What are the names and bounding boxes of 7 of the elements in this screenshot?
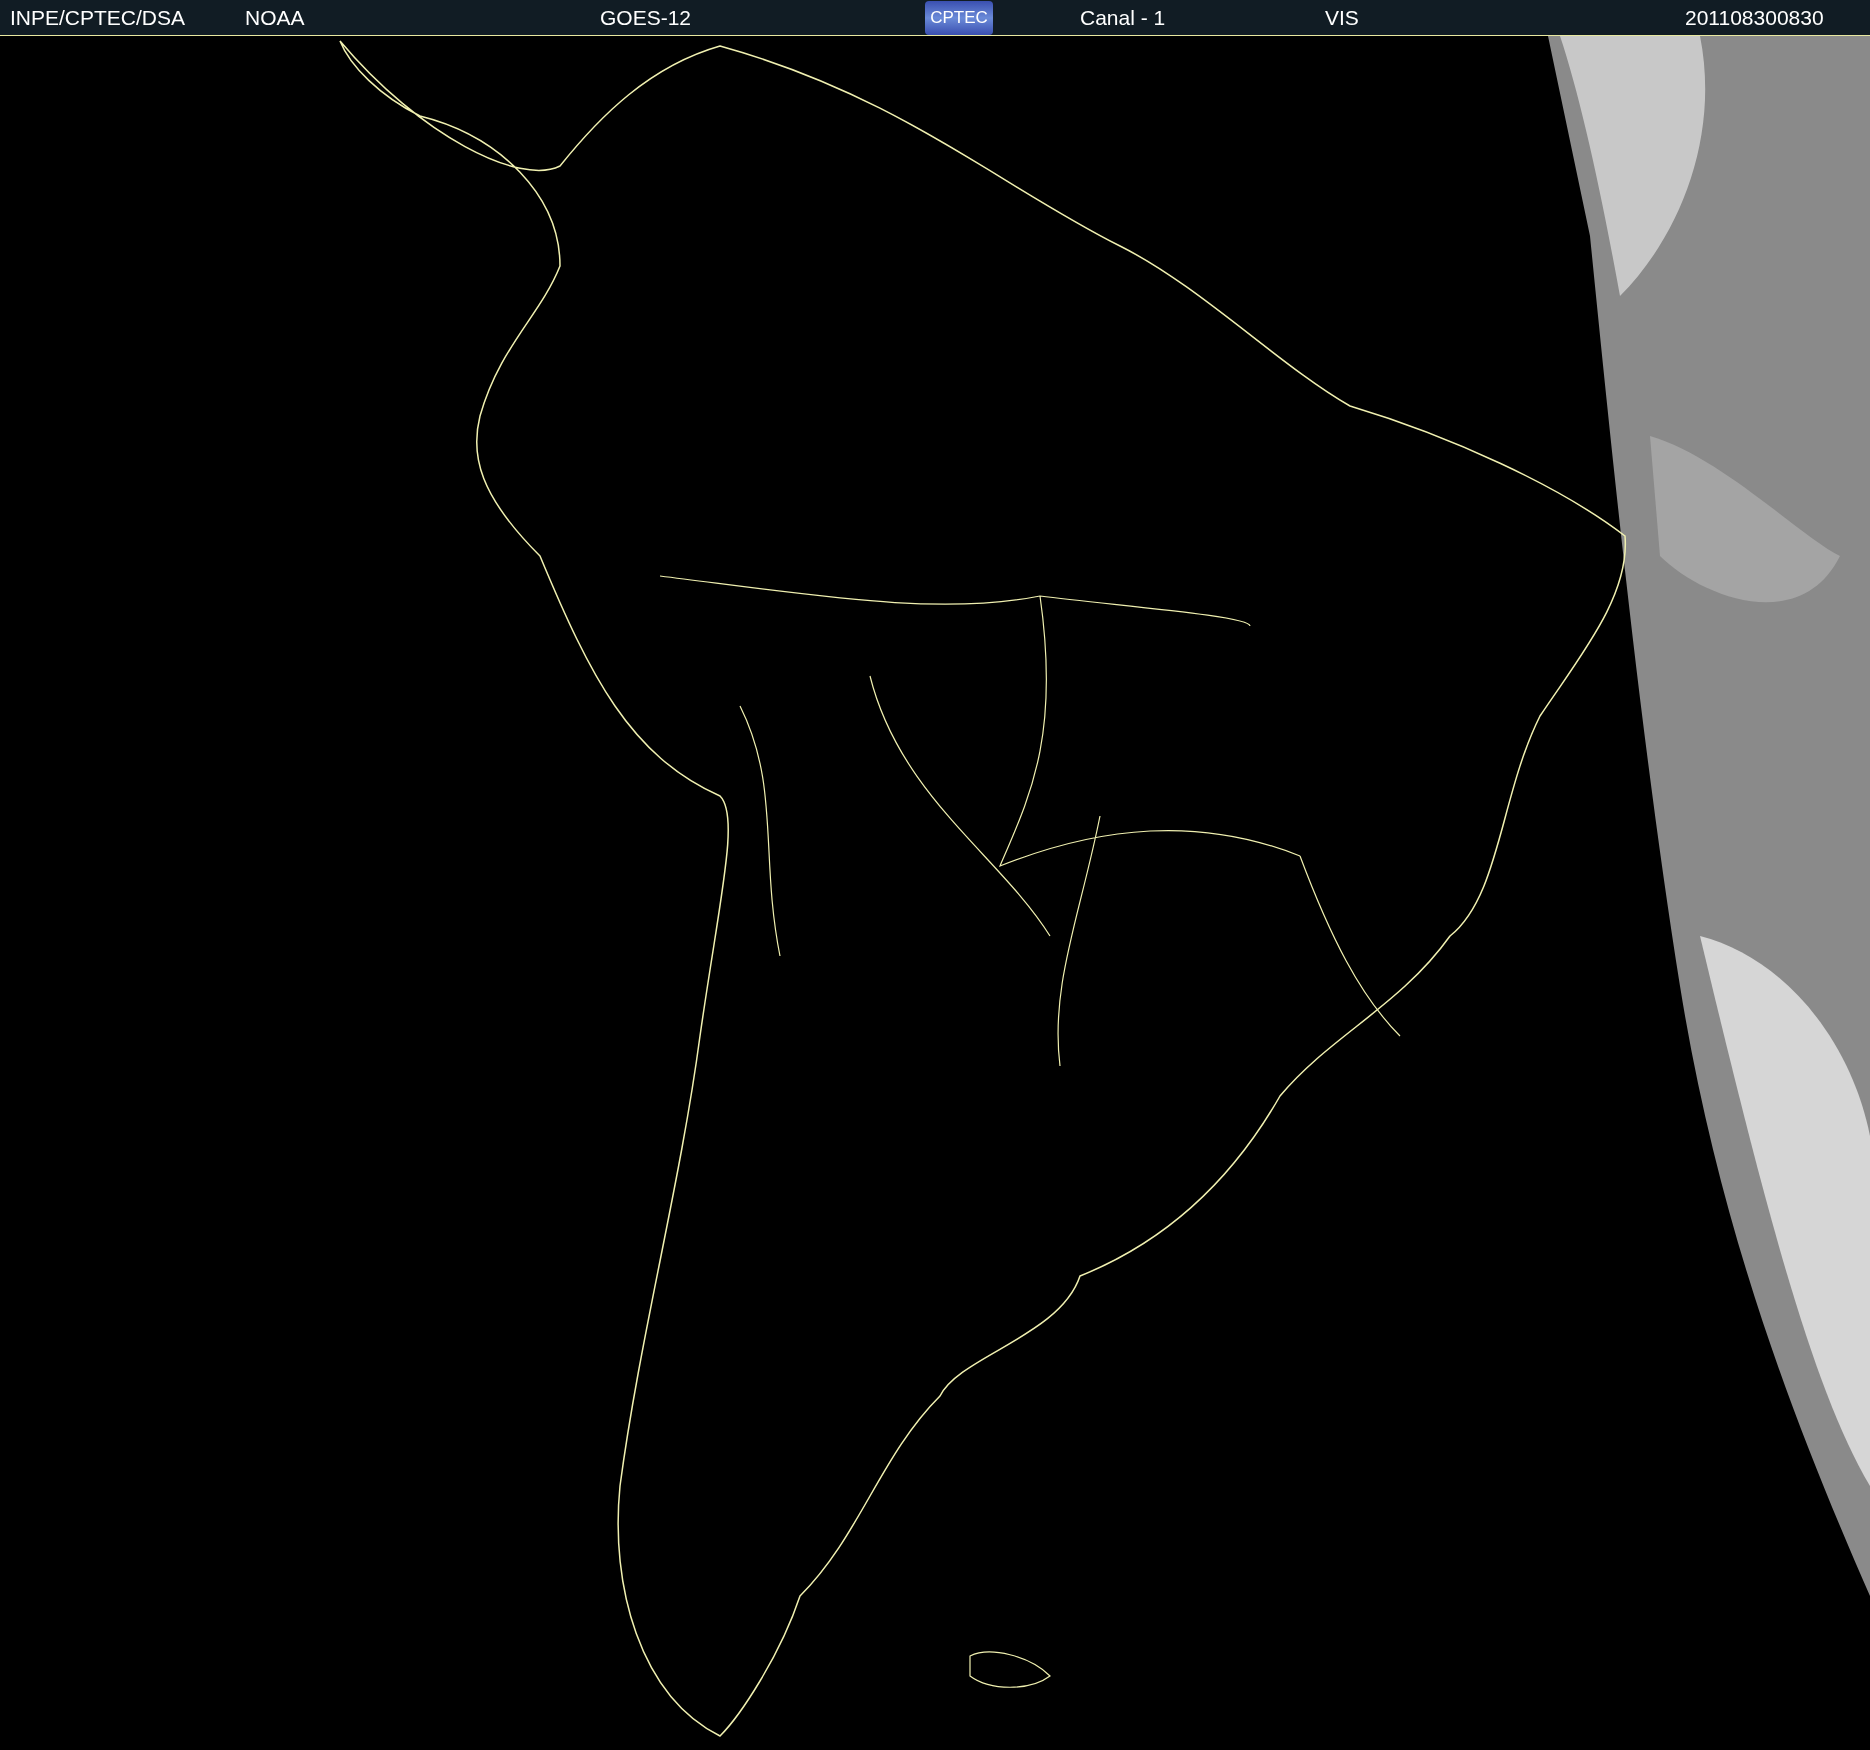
header-label: GOES-12 (600, 4, 693, 31)
header-label: 201108300830 (1685, 4, 1825, 31)
header-label: INPE/CPTEC/DSA (10, 4, 187, 31)
cptec-logo: CPTEC (925, 0, 993, 35)
header-label: NOAA (245, 4, 306, 31)
header-label: Canal - 1 (1080, 4, 1167, 31)
header-label: VIS (1325, 4, 1360, 31)
